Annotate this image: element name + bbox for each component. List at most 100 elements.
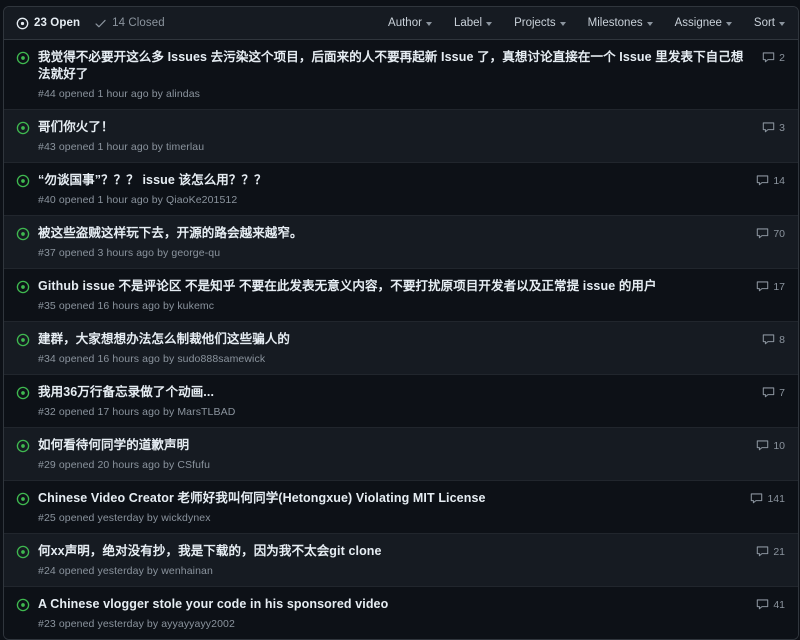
comment-count-value: 21	[773, 546, 785, 558]
issue-comment-count[interactable]: 41	[755, 598, 785, 611]
issue-row[interactable]: 建群，大家想想办法怎么制裁他们这些骗人的 #34 opened 16 hours…	[4, 321, 798, 374]
issue-row-main: 哥们你火了！ #43 opened 1 hour ago by timerlau	[38, 119, 755, 154]
comment-icon	[762, 51, 775, 64]
filter-sort[interactable]: Sort	[754, 17, 785, 29]
issue-row[interactable]: 何xx声明，绝对没有抄，我是下载的，因为我不太会git clone #24 op…	[4, 533, 798, 586]
chevron-down-icon	[486, 22, 492, 26]
issue-row-main: “勿谈国事”？？？ issue 该怎么用？？？ #40 opened 1 hou…	[38, 172, 755, 207]
closed-issues-filter[interactable]: 14 Closed	[94, 17, 165, 30]
filter-assignee[interactable]: Assignee	[675, 17, 732, 29]
issue-row[interactable]: 如何看待何同学的道歉声明 #29 opened 20 hours ago by …	[4, 427, 798, 480]
issue-title[interactable]: 哥们你火了！	[38, 119, 745, 136]
closed-issues-count-label: 14 Closed	[112, 17, 165, 29]
issue-opened-icon	[16, 227, 30, 241]
issue-comment-count[interactable]: 10	[755, 439, 785, 452]
issue-row-main: 我用36万行备忘录做了个动画... #32 opened 17 hours ag…	[38, 384, 755, 419]
comment-count-value: 14	[773, 175, 785, 187]
comment-icon	[756, 545, 769, 558]
issue-row[interactable]: 我觉得不必要开这么多 Issues 去污染这个项目，后面来的人不要再起新 Iss…	[4, 40, 798, 109]
issue-row[interactable]: 我用36万行备忘录做了个动画... #32 opened 17 hours ag…	[4, 374, 798, 427]
comment-count-value: 3	[779, 122, 785, 134]
comment-count-value: 8	[779, 334, 785, 346]
issue-opened-icon	[16, 121, 30, 135]
issue-meta: #23 opened yesterday by ayyayyayy2002	[38, 618, 745, 631]
issue-title[interactable]: 我用36万行备忘录做了个动画...	[38, 384, 745, 401]
comment-icon	[762, 333, 775, 346]
filter-author-label: Author	[388, 17, 422, 29]
issue-row[interactable]: Github issue 不是评论区 不是知乎 不要在此发表无意义内容，不要打扰…	[4, 268, 798, 321]
issue-meta: #44 opened 1 hour ago by alindas	[38, 88, 745, 101]
filter-label[interactable]: Label	[454, 17, 492, 29]
issue-row[interactable]: 被这些盗贼这样玩下去，开源的路会越来越窄。 #37 opened 3 hours…	[4, 215, 798, 268]
filter-assignee-label: Assignee	[675, 17, 722, 29]
issue-opened-icon	[16, 439, 30, 453]
chevron-down-icon	[647, 22, 653, 26]
filter-milestones-label: Milestones	[588, 17, 643, 29]
issue-comment-count[interactable]: 141	[750, 492, 785, 505]
issue-opened-icon	[16, 280, 30, 294]
issue-comment-count[interactable]: 70	[755, 227, 785, 240]
comment-count-value: 70	[773, 228, 785, 240]
open-issues-count-label: 23 Open	[34, 17, 80, 29]
comment-icon	[756, 280, 769, 293]
filter-projects-label: Projects	[514, 17, 556, 29]
issues-list-container: 23 Open 14 Closed Author	[3, 6, 799, 640]
issues-rows: 我觉得不必要开这么多 Issues 去污染这个项目，后面来的人不要再起新 Iss…	[4, 40, 798, 639]
issue-row-main: 何xx声明，绝对没有抄，我是下载的，因为我不太会git clone #24 op…	[38, 543, 755, 578]
issue-meta: #37 opened 3 hours ago by george-qu	[38, 247, 745, 260]
issue-row[interactable]: A Chinese vlogger stole your code in his…	[4, 586, 798, 639]
issue-row[interactable]: Chinese Video Creator 老师好我叫何同学(Hetongxue…	[4, 480, 798, 533]
comment-icon	[756, 227, 769, 240]
issue-meta: #35 opened 16 hours ago by kukemc	[38, 300, 745, 313]
issue-row[interactable]: 哥们你火了！ #43 opened 1 hour ago by timerlau…	[4, 109, 798, 162]
comment-icon	[762, 386, 775, 399]
issue-title[interactable]: A Chinese vlogger stole your code in his…	[38, 596, 745, 613]
issue-state-filters: 23 Open 14 Closed	[16, 17, 165, 30]
issue-row[interactable]: “勿谈国事”？？？ issue 该怎么用？？？ #40 opened 1 hou…	[4, 162, 798, 215]
issue-comment-count[interactable]: 3	[755, 121, 785, 134]
chevron-down-icon	[726, 22, 732, 26]
issue-comment-count[interactable]: 2	[755, 51, 785, 64]
issue-row-main: 我觉得不必要开这么多 Issues 去污染这个项目，后面来的人不要再起新 Iss…	[38, 49, 755, 101]
issue-row-main: 如何看待何同学的道歉声明 #29 opened 20 hours ago by …	[38, 437, 755, 472]
issue-title[interactable]: 何xx声明，绝对没有抄，我是下载的，因为我不太会git clone	[38, 543, 745, 560]
filter-projects[interactable]: Projects	[514, 17, 566, 29]
issue-comment-count[interactable]: 21	[755, 545, 785, 558]
issue-row-main: A Chinese vlogger stole your code in his…	[38, 596, 755, 631]
issue-title[interactable]: Github issue 不是评论区 不是知乎 不要在此发表无意义内容，不要打扰…	[38, 278, 745, 295]
filter-milestones[interactable]: Milestones	[588, 17, 653, 29]
issue-title[interactable]: 被这些盗贼这样玩下去，开源的路会越来越窄。	[38, 225, 745, 242]
comment-count-value: 41	[773, 599, 785, 611]
chevron-down-icon	[779, 22, 785, 26]
issue-meta: #25 opened yesterday by wickdynex	[38, 512, 740, 525]
filter-author[interactable]: Author	[388, 17, 432, 29]
issue-title[interactable]: “勿谈国事”？？？ issue 该怎么用？？？	[38, 172, 745, 189]
issue-opened-icon	[16, 51, 30, 65]
check-icon	[94, 17, 107, 30]
issue-comment-count[interactable]: 8	[755, 333, 785, 346]
issue-opened-icon	[16, 17, 29, 30]
issue-comment-count[interactable]: 14	[755, 174, 785, 187]
comment-count-value: 10	[773, 440, 785, 452]
comment-icon	[750, 492, 763, 505]
filter-sort-label: Sort	[754, 17, 775, 29]
issue-title[interactable]: 我觉得不必要开这么多 Issues 去污染这个项目，后面来的人不要再起新 Iss…	[38, 49, 745, 83]
issue-row-main: 被这些盗贼这样玩下去，开源的路会越来越窄。 #37 opened 3 hours…	[38, 225, 755, 260]
issue-title[interactable]: 如何看待何同学的道歉声明	[38, 437, 745, 454]
open-issues-filter[interactable]: 23 Open	[16, 17, 80, 30]
issue-comment-count[interactable]: 17	[755, 280, 785, 293]
issue-row-main: Chinese Video Creator 老师好我叫何同学(Hetongxue…	[38, 490, 750, 525]
issue-opened-icon	[16, 545, 30, 559]
issue-comment-count[interactable]: 7	[755, 386, 785, 399]
issue-meta: #34 opened 16 hours ago by sudo888samewi…	[38, 353, 745, 366]
filter-dropdowns: Author Label Projects Milestones Assigne…	[388, 17, 785, 29]
issue-meta: #32 opened 17 hours ago by MarsTLBAD	[38, 406, 745, 419]
issue-title[interactable]: Chinese Video Creator 老师好我叫何同学(Hetongxue…	[38, 490, 740, 507]
chevron-down-icon	[426, 22, 432, 26]
issues-page: 23 Open 14 Closed Author	[0, 0, 800, 512]
comment-icon	[756, 174, 769, 187]
filter-label-label: Label	[454, 17, 482, 29]
issue-meta: #24 opened yesterday by wenhainan	[38, 565, 745, 578]
issue-opened-icon	[16, 174, 30, 188]
issue-title[interactable]: 建群，大家想想办法怎么制裁他们这些骗人的	[38, 331, 745, 348]
